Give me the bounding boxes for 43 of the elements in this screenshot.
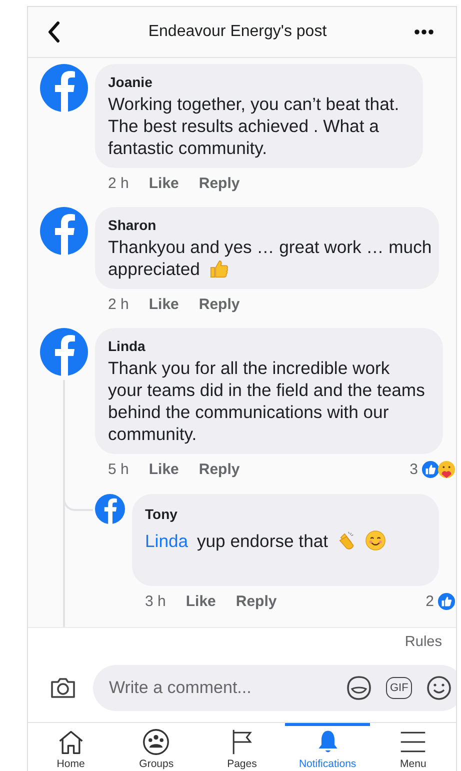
back-icon[interactable] [47, 21, 61, 43]
comment-action-link[interactable]: Like [148, 460, 179, 478]
comment-text: Thankyou and yes … great work … much appreciated [108, 237, 432, 279]
reaction-count: 3 [410, 460, 418, 478]
comment-author: Joanie [108, 73, 154, 92]
tab-bar-item[interactable]: Notifications [284, 723, 370, 771]
reaction-count: 2 [426, 592, 434, 610]
groups-icon [142, 728, 170, 756]
avatar-logo-icon [40, 64, 88, 112]
comment-time: 2 h [108, 174, 129, 192]
tab-bar-item[interactable]: Pages [199, 723, 285, 771]
comment-action-link[interactable]: Reply [236, 592, 277, 610]
comment-time: 5 h [108, 460, 129, 478]
comment-action-link[interactable]: Like [186, 592, 216, 610]
comment-time: 2 h [108, 296, 129, 312]
camera-icon[interactable] [49, 676, 77, 700]
comment-input-field[interactable]: Write a comment... GIF [93, 665, 456, 711]
avatar-logo-icon [40, 328, 88, 376]
comment-text: yup endorse that [196, 531, 328, 551]
more-options-icon[interactable] [414, 29, 434, 35]
avatar-logo-icon [40, 207, 88, 255]
comment-action-link[interactable]: Like [148, 174, 179, 192]
comment-action-link[interactable]: Reply [198, 460, 240, 478]
comment-action-link[interactable]: Like [148, 296, 179, 312]
tab-bar-item[interactable]: Home [28, 723, 114, 771]
comment-time: 3 h [145, 592, 166, 610]
comment-author: Sharon [108, 216, 158, 235]
tab-bar-item[interactable]: Groups [114, 723, 200, 771]
home-icon [56, 728, 85, 756]
comment-text: Working together, you can’t beat that. The best results achieved . What a fantastic community. [108, 94, 400, 158]
comment-action-link[interactable]: Reply [198, 174, 240, 192]
mention-link[interactable]: Linda [145, 531, 188, 551]
comment-author: Linda [108, 337, 146, 356]
tab-bar-item[interactable]: Menu [370, 723, 456, 771]
sticker-icon[interactable] [346, 675, 372, 701]
gif-button[interactable]: GIF [386, 677, 412, 699]
avatar-logo-icon [95, 494, 125, 524]
page-title: Endeavour Energy's post [148, 23, 327, 41]
comment-action-link[interactable]: Reply [198, 296, 240, 312]
rules-link[interactable]: Rules [404, 634, 442, 660]
comment-author: Tony [145, 505, 178, 524]
comment-text: Thank you for all the incredible work your teams did in the field and the teams behind the communications with our community. [108, 358, 425, 444]
emoji-icon[interactable] [426, 675, 452, 701]
